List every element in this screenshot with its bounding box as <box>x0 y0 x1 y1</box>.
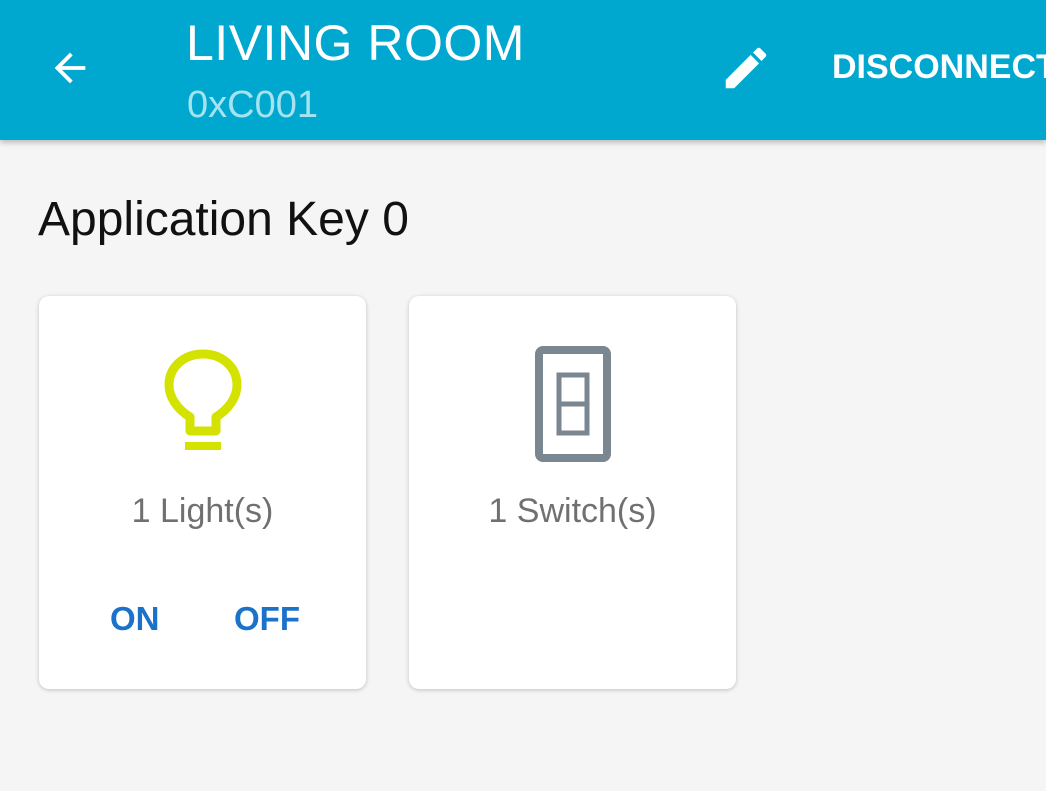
pencil-icon <box>725 47 767 89</box>
page-title: LIVING ROOM <box>186 15 525 71</box>
back-button[interactable] <box>30 28 110 108</box>
edit-button[interactable] <box>710 32 782 104</box>
lightbulb-icon <box>163 346 243 462</box>
arrow-left-icon <box>54 52 86 84</box>
light-on-button[interactable]: ON <box>110 600 160 638</box>
light-count-label: 1 Light(s) <box>131 492 274 530</box>
light-card[interactable]: 1 Light(s) ON OFF <box>39 296 366 689</box>
switch-card[interactable]: 1 Switch(s) <box>409 296 736 689</box>
section-title: Application Key 0 <box>38 193 409 246</box>
page-subtitle: 0xC001 <box>187 84 318 126</box>
switch-count-label: 1 Switch(s) <box>488 492 657 530</box>
light-actions: ON OFF <box>39 600 366 644</box>
app-bar: LIVING ROOM 0xC001 DISCONNECT <box>0 0 1046 140</box>
disconnect-button[interactable]: DISCONNECT <box>832 48 1046 87</box>
light-off-button[interactable]: OFF <box>234 600 300 638</box>
switch-icon <box>533 346 613 462</box>
